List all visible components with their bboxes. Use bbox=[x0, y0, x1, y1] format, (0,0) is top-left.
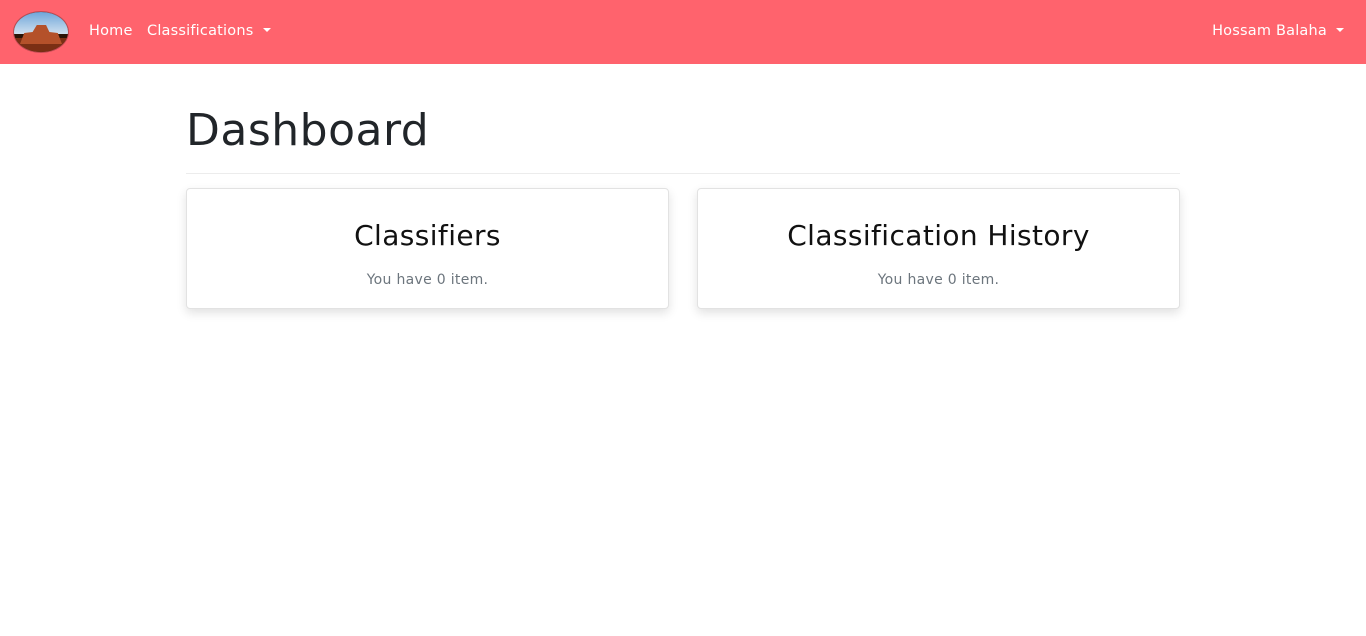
nav-classifications-dropdown[interactable]: Classifications bbox=[147, 22, 271, 40]
card-title: Classifiers bbox=[354, 219, 501, 252]
user-name-label: Hossam Balaha bbox=[1212, 23, 1327, 39]
brand-logo[interactable] bbox=[14, 12, 68, 52]
nav-classifications-label: Classifications bbox=[147, 23, 254, 39]
user-menu-dropdown[interactable]: Hossam Balaha bbox=[1212, 22, 1344, 40]
page-title: Dashboard bbox=[186, 105, 430, 156]
nav-home-link[interactable]: Home bbox=[89, 22, 133, 40]
classifiers-card[interactable]: Classifiers You have 0 item. bbox=[186, 188, 669, 309]
caret-down-icon bbox=[1336, 28, 1344, 32]
card-title: Classification History bbox=[787, 219, 1090, 252]
caret-down-icon bbox=[262, 28, 271, 32]
top-navbar: Home Classifications Hossam Balaha bbox=[0, 0, 1366, 64]
classification-history-card[interactable]: Classification History You have 0 item. bbox=[697, 188, 1180, 309]
card-count-text: You have 0 item. bbox=[366, 272, 489, 288]
title-divider bbox=[186, 173, 1180, 174]
card-count-text: You have 0 item. bbox=[877, 272, 1000, 288]
